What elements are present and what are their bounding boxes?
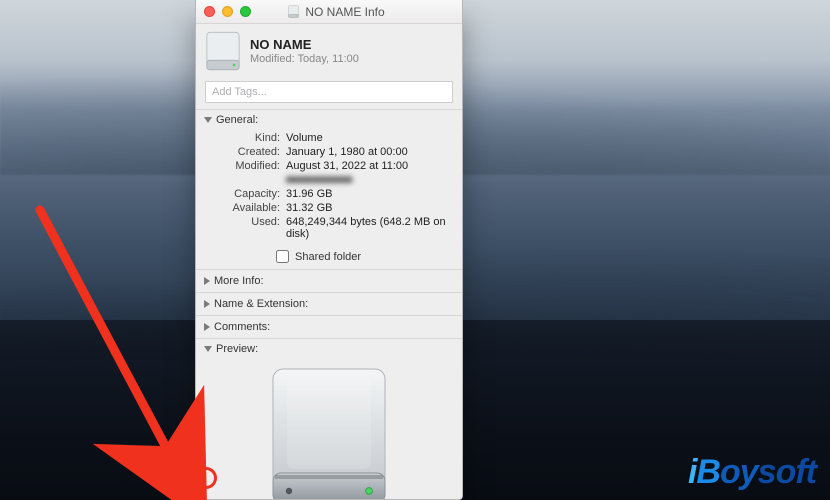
titlebar: NO NAME Info	[196, 0, 462, 24]
label-available: Available:	[210, 202, 280, 214]
value-redacted: ■■■■■■■■■■	[286, 174, 454, 186]
desktop-background: NO NAME Info NO NAME Modified: Today, 11…	[0, 0, 830, 500]
disclosure-triangle-icon	[204, 117, 212, 123]
section-toggle-general[interactable]: General:	[196, 110, 462, 130]
drive-icon	[267, 365, 391, 500]
drive-icon	[206, 31, 240, 71]
section-toggle-comments[interactable]: Comments:	[196, 316, 462, 338]
label-capacity: Capacity:	[210, 188, 280, 200]
label-used: Used:	[210, 216, 280, 240]
label-modified: Modified:	[210, 160, 280, 172]
disclosure-triangle-icon	[204, 323, 210, 331]
iboysoft-logo: iBoysoft	[688, 453, 816, 492]
disclosure-triangle-icon	[204, 300, 210, 308]
tags-row	[196, 81, 462, 109]
shared-folder-row: Shared folder	[196, 246, 462, 269]
value-capacity: 31.96 GB	[286, 188, 454, 200]
info-header: NO NAME Modified: Today, 11:00	[196, 24, 462, 81]
shared-folder-checkbox[interactable]	[276, 250, 289, 263]
get-info-window: NO NAME Info NO NAME Modified: Today, 11…	[195, 0, 463, 500]
drive-icon	[287, 5, 300, 18]
window-title: NO NAME Info	[218, 5, 454, 19]
close-button[interactable]	[204, 6, 215, 17]
disclosure-triangle-icon	[204, 346, 212, 352]
value-modified: August 31, 2022 at 11:00	[286, 160, 454, 172]
value-used: 648,249,344 bytes (648.2 MB on disk)	[286, 216, 454, 240]
value-created: January 1, 1980 at 00:00	[286, 146, 454, 158]
label-kind: Kind:	[210, 132, 280, 144]
label-redacted	[210, 174, 280, 186]
preview-image	[196, 359, 462, 500]
label-created: Created:	[210, 146, 280, 158]
section-toggle-name-extension[interactable]: Name & Extension:	[196, 293, 462, 315]
section-toggle-more-info[interactable]: More Info:	[196, 270, 462, 292]
section-general: General: Kind: Volume Created: January 1…	[196, 110, 462, 269]
section-toggle-preview[interactable]: Preview:	[196, 339, 462, 359]
tags-input[interactable]	[205, 81, 453, 103]
shared-folder-label: Shared folder	[295, 251, 361, 263]
value-available: 31.32 GB	[286, 202, 454, 214]
volume-name: NO NAME	[250, 37, 359, 52]
value-kind: Volume	[286, 132, 454, 144]
disclosure-triangle-icon	[204, 277, 210, 285]
modified-summary: Modified: Today, 11:00	[250, 53, 359, 65]
